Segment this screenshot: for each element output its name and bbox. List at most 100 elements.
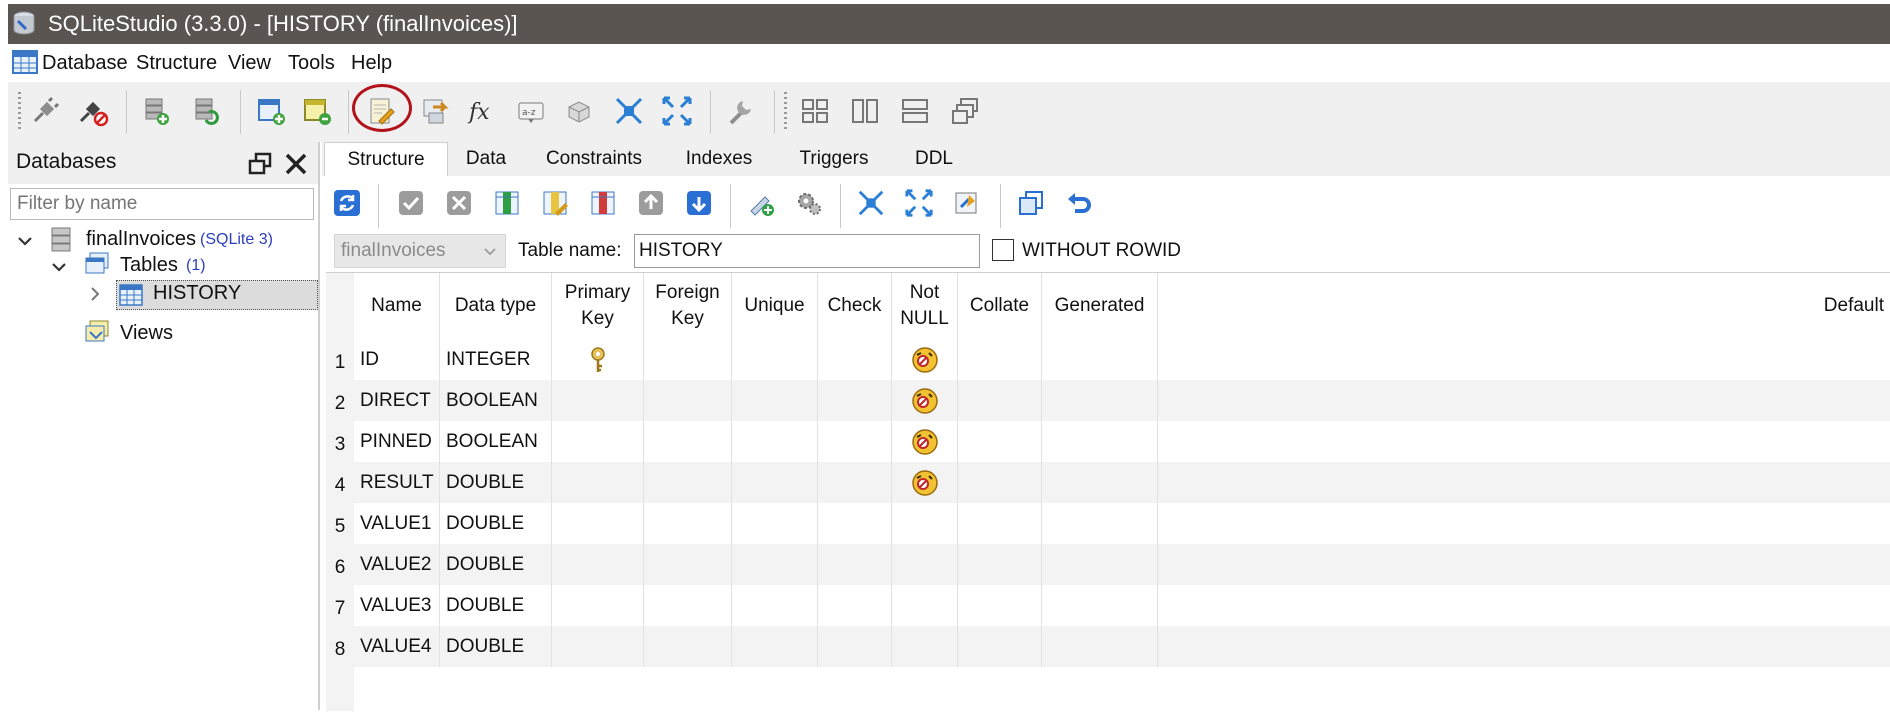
cell-foreign-key[interactable] [644, 339, 732, 380]
header-primary-key[interactable]: Primary Key [552, 273, 644, 339]
cell-collate[interactable] [958, 503, 1042, 544]
cell-not-null[interactable] [892, 462, 958, 503]
cell-not-null[interactable] [892, 626, 958, 667]
cell-foreign-key[interactable] [644, 380, 732, 421]
cell-collate[interactable] [958, 544, 1042, 585]
cell-primary-key[interactable] [552, 380, 644, 421]
tab-constraints[interactable]: Constraints [526, 142, 662, 176]
commit-button[interactable] [392, 184, 430, 222]
expand-all-button[interactable] [658, 92, 696, 130]
cell-check[interactable] [818, 544, 892, 585]
cell-data-type[interactable]: BOOLEAN [440, 421, 552, 462]
import-data-button[interactable] [948, 184, 986, 222]
cell-generated[interactable] [1042, 585, 1158, 626]
cell-primary-key[interactable] [552, 544, 644, 585]
cell-unique[interactable] [732, 380, 818, 421]
refresh-button[interactable] [328, 184, 366, 222]
chevron-right-icon[interactable] [88, 286, 102, 302]
table-row[interactable]: 5 VALUE1 DOUBLE [326, 503, 1890, 544]
cell-unique[interactable] [732, 544, 818, 585]
cell-name[interactable]: PINNED [354, 421, 440, 462]
cell-data-type[interactable]: DOUBLE [440, 503, 552, 544]
tab-triggers[interactable]: Triggers [776, 142, 892, 176]
tab-ddl[interactable]: DDL [892, 142, 976, 176]
header-check[interactable]: Check [818, 273, 892, 339]
cell-default[interactable] [1158, 380, 1890, 421]
cell-name[interactable]: VALUE4 [354, 626, 440, 667]
cell-collate[interactable] [958, 421, 1042, 462]
cell-name[interactable]: RESULT [354, 462, 440, 503]
tree-database[interactable]: finalInvoices [86, 228, 196, 251]
cell-foreign-key[interactable] [644, 421, 732, 462]
copy-button[interactable] [1012, 184, 1050, 222]
menu-database[interactable]: Database [42, 44, 128, 82]
cell-unique[interactable] [732, 339, 818, 380]
cell-generated[interactable] [1042, 626, 1158, 667]
collapse-all-button[interactable] [610, 92, 648, 130]
cell-data-type[interactable]: DOUBLE [440, 585, 552, 626]
cell-unique[interactable] [732, 421, 818, 462]
database-select[interactable]: finalInvoices [334, 234, 506, 268]
edit-column-button[interactable] [536, 184, 574, 222]
extensions-button[interactable] [560, 92, 598, 130]
cell-default[interactable] [1158, 462, 1890, 503]
menu-view[interactable]: View [228, 44, 271, 82]
cell-data-type[interactable]: DOUBLE [440, 544, 552, 585]
cell-foreign-key[interactable] [644, 544, 732, 585]
cell-name[interactable]: ID [354, 339, 440, 380]
header-unique[interactable]: Unique [732, 273, 818, 339]
cell-not-null[interactable] [892, 339, 958, 380]
cell-foreign-key[interactable] [644, 626, 732, 667]
cell-check[interactable] [818, 421, 892, 462]
cell-default[interactable] [1158, 626, 1890, 667]
chevron-down-icon[interactable] [50, 258, 68, 276]
cell-primary-key[interactable] [552, 626, 644, 667]
constraint-settings-button[interactable] [790, 184, 828, 222]
cell-generated[interactable] [1042, 339, 1158, 380]
tree-tables[interactable]: Tables [120, 254, 178, 277]
cascade-button[interactable] [946, 92, 984, 130]
tile-vertical-button[interactable] [846, 92, 884, 130]
chevron-down-icon[interactable] [16, 232, 34, 250]
cell-foreign-key[interactable] [644, 462, 732, 503]
menu-help[interactable]: Help [351, 44, 392, 82]
cell-primary-key[interactable] [552, 585, 644, 626]
mdi-window-icon[interactable] [12, 50, 38, 74]
edit-table-button[interactable] [298, 92, 336, 130]
cell-check[interactable] [818, 339, 892, 380]
cell-unique[interactable] [732, 585, 818, 626]
rollback-button[interactable] [440, 184, 478, 222]
cell-collate[interactable] [958, 380, 1042, 421]
import-button[interactable] [416, 92, 454, 130]
cell-default[interactable] [1158, 503, 1890, 544]
cell-data-type[interactable]: INTEGER [440, 339, 552, 380]
cell-name[interactable]: VALUE1 [354, 503, 440, 544]
cell-data-type[interactable]: BOOLEAN [440, 380, 552, 421]
disconnect-button[interactable] [74, 92, 112, 130]
cell-name[interactable]: DIRECT [354, 380, 440, 421]
table-row[interactable]: 2 DIRECT BOOLEAN [326, 380, 1890, 421]
cell-generated[interactable] [1042, 462, 1158, 503]
functions-button[interactable]: fx [464, 92, 502, 130]
header-generated[interactable]: Generated [1042, 273, 1158, 339]
cell-primary-key[interactable] [552, 462, 644, 503]
cell-unique[interactable] [732, 626, 818, 667]
header-foreign-key[interactable]: Foreign Key [644, 273, 732, 339]
cell-data-type[interactable]: DOUBLE [440, 462, 552, 503]
menu-tools[interactable]: Tools [288, 44, 335, 82]
tab-data[interactable]: Data [446, 142, 526, 176]
tile-button[interactable] [796, 92, 834, 130]
toolbar-grip-2[interactable] [784, 92, 787, 132]
move-up-button[interactable] [632, 184, 670, 222]
add-column-button[interactable] [488, 184, 526, 222]
header-data-type[interactable]: Data type [440, 273, 552, 339]
cell-collate[interactable] [958, 339, 1042, 380]
connect-button[interactable] [26, 92, 64, 130]
table-row[interactable]: 4 RESULT DOUBLE [326, 462, 1890, 503]
cell-collate[interactable] [958, 626, 1042, 667]
cell-primary-key[interactable] [552, 339, 644, 380]
cell-primary-key[interactable] [552, 421, 644, 462]
table-row[interactable]: 7 VALUE3 DOUBLE [326, 585, 1890, 626]
toolbar-grip[interactable] [18, 92, 21, 132]
header-name[interactable]: Name [354, 273, 440, 339]
